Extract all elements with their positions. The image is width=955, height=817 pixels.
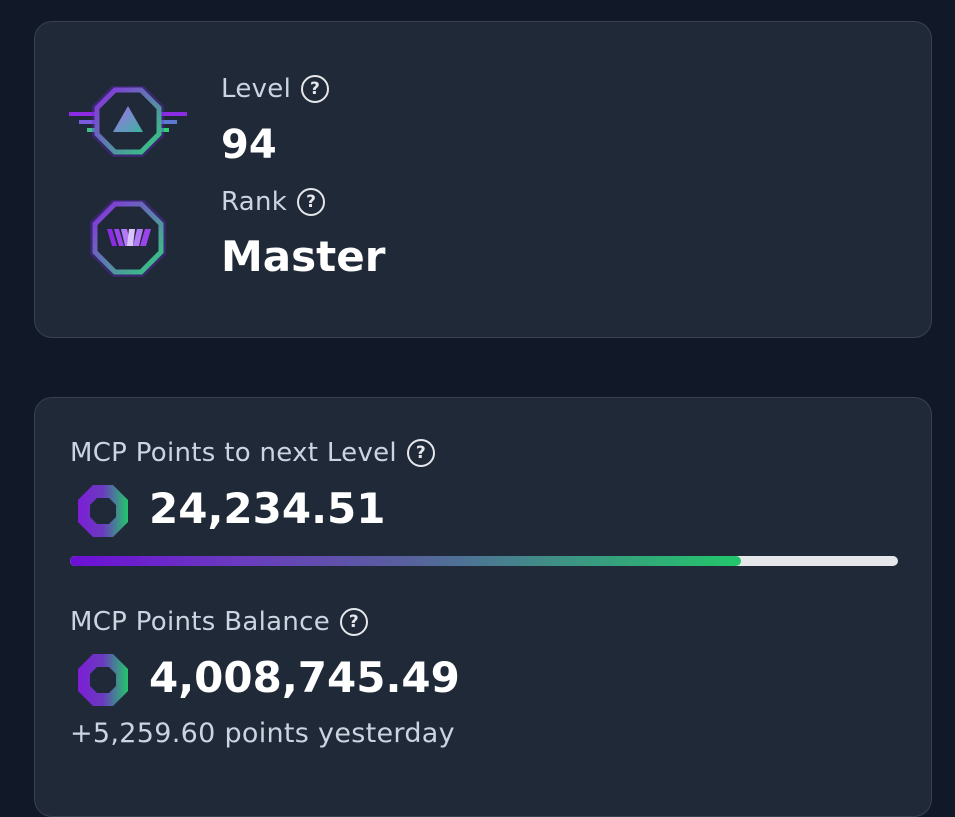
balance-label: MCP Points Balance [70,607,330,637]
rank-value: Master [221,232,386,281]
level-badge-icon [69,86,187,164]
rank-label: Rank [221,187,288,217]
rank-badge-icon [89,200,167,278]
mcp-coin-icon [74,482,132,544]
points-card: MCP Points to next Level ? 24,234.51 MCP… [34,397,932,817]
level-label-row: Level ? [221,74,330,104]
points-to-next-label-row: MCP Points to next Level ? [70,438,435,468]
level-value: 94 [221,122,277,168]
mcp-coin-icon [74,651,132,713]
level-progress-bar [70,556,898,566]
level-progress-fill [70,556,741,566]
level-help-icon[interactable]: ? [301,75,330,103]
balance-label-row: MCP Points Balance ? [70,607,368,637]
balance-value: 4,008,745.49 [149,653,460,702]
rank-label-row: Rank ? [221,187,326,217]
points-to-next-help-icon[interactable]: ? [406,439,435,467]
rank-help-icon[interactable]: ? [297,188,326,216]
level-rank-card: Level ? 94 Rank ? Master [34,21,932,338]
yesterday-points-text: +5,259.60 points yesterday [70,718,455,749]
points-to-next-value: 24,234.51 [149,484,386,533]
points-to-next-label: MCP Points to next Level [70,438,397,468]
balance-help-icon[interactable]: ? [340,608,368,636]
level-label: Level [221,74,292,104]
